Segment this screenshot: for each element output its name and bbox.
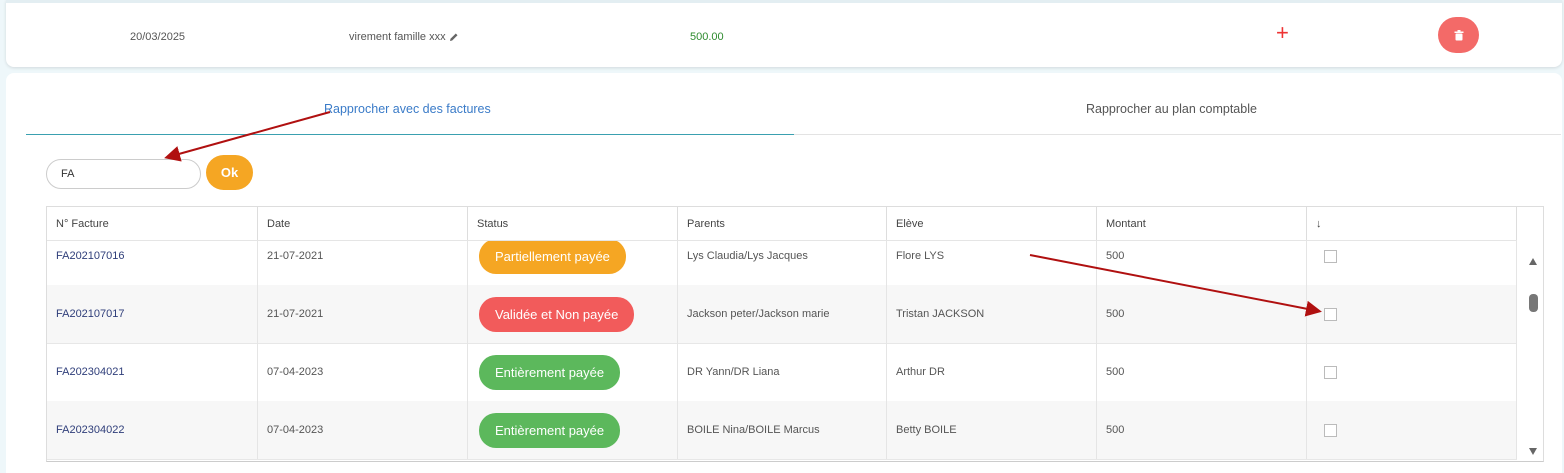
cell-status: Entièrement payée: [468, 343, 678, 401]
col-header-date[interactable]: Date: [258, 207, 468, 240]
search-input[interactable]: [46, 159, 201, 189]
table-row[interactable]: FA202304022 07-04-2023 Entièrement payée BO…: [47, 401, 1517, 460]
pencil-icon[interactable]: [449, 32, 459, 42]
row-checkbox[interactable]: [1324, 249, 1337, 263]
col-header-status[interactable]: Status: [468, 207, 678, 240]
row-checkbox[interactable]: [1324, 423, 1337, 437]
cell-status: Validée et Non payée: [468, 285, 678, 343]
status-badge: Entièrement payée: [479, 354, 621, 390]
col-header-invoice[interactable]: N° Facture: [47, 207, 258, 240]
table-scrollbar[interactable]: [1523, 240, 1543, 461]
cell-parents: Jackson peter/Jackson marie: [678, 285, 887, 343]
row-checkbox[interactable]: [1324, 307, 1337, 321]
cell-amount: 500: [1097, 401, 1307, 459]
top-strip: [6, 0, 1562, 3]
trash-icon: [1454, 29, 1463, 40]
row-checkbox[interactable]: [1324, 365, 1337, 379]
transaction-date: 20/03/2025: [130, 31, 186, 43]
cell-select: [1307, 343, 1517, 401]
cell-select: [1307, 285, 1517, 343]
table-row[interactable]: FA202304021 07-04-2023 Entièrement payée DR…: [47, 343, 1517, 402]
tab-active-indicator: [26, 134, 794, 135]
status-badge: Validée et Non payée: [479, 296, 635, 332]
transaction-amount: 500.00: [690, 31, 724, 43]
cell-status: Entièrement payée: [468, 401, 678, 459]
cell-invoice[interactable]: FA202107017: [47, 285, 258, 343]
scroll-up-icon[interactable]: [1529, 258, 1537, 265]
reconcile-panel: Rapprocher avec des factures Rapprocher …: [6, 73, 1562, 473]
status-badge: Partiellement payée: [479, 238, 626, 274]
cell-date: 07-04-2023: [258, 343, 468, 401]
cell-parents: BOILE Nina/BOILE Marcus: [678, 401, 887, 459]
cell-invoice[interactable]: FA202304022: [47, 401, 258, 459]
cell-date: 21-07-2021: [258, 285, 468, 343]
col-header-amount[interactable]: Montant: [1097, 207, 1307, 240]
transaction-label: virement famille xxx: [349, 31, 446, 43]
status-badge: Entièrement payée: [479, 412, 621, 448]
ok-button[interactable]: Ok: [206, 155, 253, 190]
cell-amount: 500: [1097, 343, 1307, 401]
cell-amount: 500: [1097, 285, 1307, 343]
col-header-student[interactable]: Elève: [887, 207, 1097, 240]
col-header-parents[interactable]: Parents: [678, 207, 887, 240]
table-header: N° Facture Date Status Parents Elève Mon…: [47, 207, 1517, 241]
cell-student: Arthur DR: [887, 343, 1097, 401]
cell-date: 07-04-2023: [258, 401, 468, 459]
cell-student: Betty BOILE: [887, 401, 1097, 459]
cell-student: Tristan JACKSON: [887, 285, 1097, 343]
delete-button[interactable]: [1438, 17, 1479, 53]
scroll-down-icon[interactable]: [1529, 448, 1537, 455]
scroll-thumb[interactable]: [1529, 294, 1538, 312]
tab-divider: [794, 134, 1561, 135]
table-row[interactable]: FA202107017 21-07-2021 Validée et Non payé…: [47, 285, 1517, 344]
transaction-card: 20/03/2025 virement famille xxx 500.00 +: [6, 0, 1562, 67]
cell-select: [1307, 401, 1517, 459]
cell-parents: DR Yann/DR Liana: [678, 343, 887, 401]
tab-chart-of-accounts[interactable]: Rapprocher au plan comptable: [1086, 102, 1257, 116]
arrow-down-icon[interactable]: ↓: [1307, 207, 1517, 240]
cell-invoice[interactable]: FA202304021: [47, 343, 258, 401]
transaction-label-wrapper: virement famille xxx: [349, 31, 459, 43]
invoice-table: FA202107016 21-07-2021 Partiellement payée…: [46, 206, 1544, 462]
tab-invoices[interactable]: Rapprocher avec des factures: [324, 102, 491, 116]
plus-icon[interactable]: +: [1276, 22, 1289, 44]
